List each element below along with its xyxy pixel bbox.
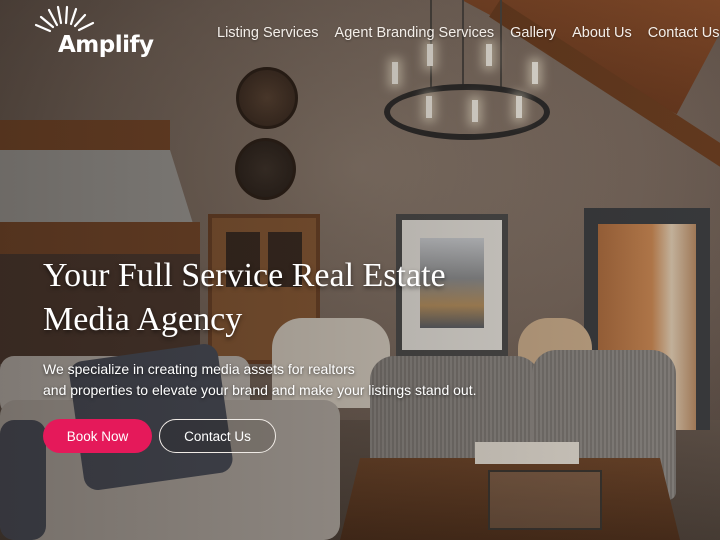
sunburst-rays-icon <box>34 5 95 33</box>
hero-headline: Your Full Service Real Estate Media Agen… <box>43 254 513 342</box>
hero-subtitle-line: We specialize in creating media assets f… <box>43 361 355 377</box>
hero-subtitle: We specialize in creating media assets f… <box>43 359 513 401</box>
hero-headline-line: Your Full Service Real Estate <box>43 257 446 294</box>
nav-link-listing-services[interactable]: Listing Services <box>217 25 319 41</box>
hero-section: Amplify Listing Services Agent Branding … <box>0 0 720 540</box>
site-header: Amplify Listing Services Agent Branding … <box>0 0 720 70</box>
nav-link-contact-us[interactable]: Contact Us <box>648 25 720 41</box>
nav-link-agent-branding-services[interactable]: Agent Branding Services <box>335 25 495 41</box>
contact-us-button[interactable]: Contact Us <box>159 419 276 453</box>
book-now-button[interactable]: Book Now <box>43 419 152 453</box>
main-nav: Listing Services Agent Branding Services… <box>217 25 720 41</box>
nav-link-gallery[interactable]: Gallery <box>510 25 556 41</box>
hero-headline-line: Media Agency <box>43 301 243 338</box>
brand-name: Amplify <box>58 32 154 58</box>
logo-link[interactable]: Amplify <box>33 5 163 63</box>
hero-subtitle-line: and properties to elevate your brand and… <box>43 382 477 398</box>
nav-link-about-us[interactable]: About Us <box>572 25 632 41</box>
